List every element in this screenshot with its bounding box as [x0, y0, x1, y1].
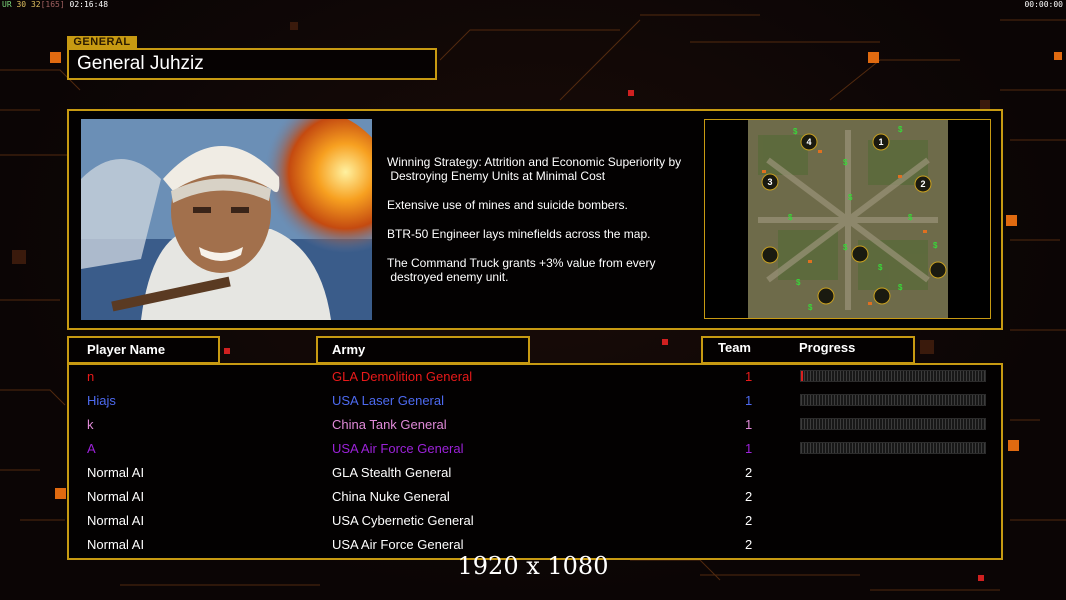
svg-text:$: $	[843, 158, 848, 167]
general-info-panel: Winning Strategy: Attrition and Economic…	[67, 109, 1003, 330]
description-line: The Command Truck grants +3% value from …	[387, 256, 656, 284]
player-army: USA Air Force General	[332, 441, 464, 456]
player-army: USA Cybernetic General	[332, 513, 474, 528]
player-row: Normal AI China Nuke General 2	[69, 486, 1001, 510]
frame-total: [165]	[40, 0, 65, 9]
player-army: China Tank General	[332, 417, 447, 432]
fps-label: UR	[2, 0, 12, 9]
svg-text:$: $	[878, 263, 883, 272]
frame-value: 32	[30, 0, 41, 9]
clock: 02:16:48	[69, 0, 109, 9]
general-portrait	[81, 119, 372, 320]
player-army: USA Laser General	[332, 393, 445, 408]
header-army-label: Army	[332, 342, 366, 357]
header-player-name: Player Name	[67, 336, 220, 364]
player-team: 1	[745, 369, 753, 384]
player-name: Normal AI	[87, 489, 145, 504]
game-timer: 00:00:00	[1024, 0, 1063, 9]
player-army: China Nuke General	[332, 489, 450, 504]
player-team: 2	[745, 537, 753, 552]
player-team: 1	[745, 417, 753, 432]
player-name: Normal AI	[87, 513, 145, 528]
player-army: USA Air Force General	[332, 537, 464, 552]
load-progress-bar	[800, 442, 986, 454]
player-row: Normal AI USA Cybernetic General 2	[69, 510, 1001, 534]
player-army: GLA Demolition General	[332, 369, 473, 384]
start-position-1[interactable]: 1	[878, 137, 883, 147]
load-progress-bar	[800, 418, 986, 430]
load-progress-bar	[800, 394, 986, 406]
minimap-image: 4 1 3 2 $ $ $ $ $ $ $ $ $ $ $ $	[748, 120, 948, 318]
general-portrait-image	[81, 119, 372, 320]
description-line: BTR-50 Engineer lays minefields across t…	[387, 227, 651, 241]
header-progress-label: Progress	[799, 340, 856, 355]
header-team-progress: Team Progress	[701, 336, 915, 364]
player-list: n GLA Demolition General 1 Hiajs USA Laser G…	[67, 363, 1003, 560]
player-name: n	[87, 369, 95, 384]
player-name: k	[87, 417, 94, 432]
load-progress-fill	[801, 371, 803, 381]
description-line: Winning Strategy: Attrition and Economic…	[387, 155, 682, 183]
player-team: 1	[745, 393, 753, 408]
svg-text:$: $	[933, 241, 938, 250]
header-team-label: Team	[718, 340, 751, 355]
start-position-2[interactable]: 2	[920, 179, 925, 189]
general-section-label: GENERAL	[67, 36, 137, 48]
player-army: GLA Stealth General	[332, 465, 452, 480]
general-name: General Juhziz	[77, 53, 204, 74]
player-name: A	[87, 441, 96, 456]
minimap[interactable]: 4 1 3 2 $ $ $ $ $ $ $ $ $ $ $ $	[704, 119, 991, 319]
header-army: Army	[316, 336, 530, 364]
load-progress-bar	[800, 370, 986, 382]
player-team: 1	[745, 441, 753, 456]
hud-stats: UR 30 32[165] 02:16:48	[2, 0, 108, 9]
svg-text:$: $	[898, 283, 903, 292]
start-position-4[interactable]: 4	[806, 137, 811, 147]
general-title-box: General Juhziz	[67, 48, 437, 80]
svg-text:$: $	[848, 193, 853, 202]
player-team: 2	[745, 489, 753, 504]
player-team: 2	[745, 465, 753, 480]
general-description: Winning Strategy: Attrition and Economic…	[387, 155, 717, 299]
resolution-label: 1920 x 1080	[457, 552, 609, 580]
player-name: Hiajs	[87, 393, 116, 408]
svg-text:$: $	[808, 303, 813, 312]
player-row: n GLA Demolition General 1	[69, 366, 1001, 390]
player-row: A USA Air Force General 1	[69, 438, 1001, 462]
svg-text:$: $	[898, 125, 903, 134]
svg-text:$: $	[793, 127, 798, 136]
start-position-3[interactable]: 3	[767, 177, 772, 187]
svg-text:$: $	[908, 213, 913, 222]
svg-text:$: $	[788, 213, 793, 222]
player-row: Hiajs USA Laser General 1	[69, 390, 1001, 414]
player-team: 2	[745, 513, 753, 528]
svg-text:$: $	[843, 243, 848, 252]
player-name: Normal AI	[87, 537, 145, 552]
player-row: k China Tank General 1	[69, 414, 1001, 438]
svg-text:$: $	[796, 278, 801, 287]
header-player-label: Player Name	[87, 342, 166, 357]
player-row: Normal AI GLA Stealth General 2	[69, 462, 1001, 486]
fps-value: 30	[16, 0, 27, 9]
description-line: Extensive use of mines and suicide bombe…	[387, 198, 628, 212]
player-name: Normal AI	[87, 465, 145, 480]
